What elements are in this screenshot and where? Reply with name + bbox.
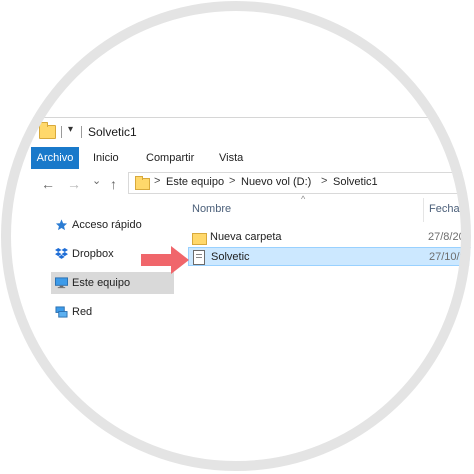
breadcrumb-nuevo-vol[interactable]: Nuevo vol (D:)	[241, 176, 311, 188]
file-date: 27/8/20	[428, 231, 465, 243]
nav-item-label: Red	[72, 306, 93, 318]
column-header-nombre[interactable]: Nombre	[192, 203, 231, 215]
dropbox-icon	[55, 248, 68, 259]
column-separator[interactable]	[423, 198, 424, 222]
window-title: Solvetic1	[88, 125, 137, 139]
nav-item-este-equipo[interactable]: Este equipo	[51, 272, 174, 294]
chevron-right-icon[interactable]: >	[321, 175, 327, 187]
file-date: 27/10/2	[429, 251, 466, 263]
address-row: ← → ⌄ ↑ > Este equipo > Nuevo vol (D:) >…	[31, 172, 471, 196]
nav-item-label: Acceso rápido	[72, 219, 142, 231]
document-icon	[193, 250, 205, 265]
star-icon	[55, 219, 68, 231]
breadcrumb-solvetic1[interactable]: Solvetic1	[333, 176, 378, 188]
column-header-fecha[interactable]: Fecha d	[429, 203, 469, 215]
nav-item-red[interactable]: Red	[51, 301, 174, 323]
nav-item-label: Dropbox	[72, 248, 114, 260]
quick-access-toolbar-dropdown[interactable]: ▾	[68, 124, 73, 135]
file-row-solvetic[interactable]: Solvetic 27/10/2	[188, 247, 471, 266]
forward-arrow-icon[interactable]: →	[67, 172, 81, 196]
recent-locations-icon[interactable]: ⌄	[92, 169, 101, 193]
file-explorer-window: ▾ Solvetic1 Archivo Inicio Compartir Vis…	[31, 117, 471, 348]
breadcrumb-este-equipo[interactable]: Este equipo	[166, 176, 224, 188]
back-arrow-icon[interactable]: ←	[41, 172, 55, 196]
tab-vista[interactable]: Vista	[219, 147, 243, 169]
chevron-right-icon[interactable]: >	[229, 175, 235, 187]
screenshot-circle: ▾ Solvetic1 Archivo Inicio Compartir Vis…	[1, 1, 471, 471]
title-bar: ▾ Solvetic1	[31, 118, 471, 146]
chevron-right-icon[interactable]: >	[154, 175, 160, 187]
file-name: Solvetic	[211, 251, 250, 263]
tab-compartir[interactable]: Compartir	[146, 147, 194, 169]
nav-item-label: Este equipo	[72, 277, 131, 289]
title-separator	[81, 126, 82, 138]
file-name: Nueva carpeta	[210, 231, 282, 243]
title-separator	[61, 126, 62, 138]
nav-item-acceso-rapido[interactable]: Acceso rápido	[51, 214, 174, 236]
tab-archivo[interactable]: Archivo	[31, 147, 79, 169]
navigation-pane: Acceso rápido Dropbox Este equipo Red	[31, 208, 176, 348]
ribbon-tabs: Archivo Inicio Compartir Vista	[31, 147, 471, 169]
red-arrow-icon	[141, 246, 189, 274]
tab-inicio[interactable]: Inicio	[93, 147, 119, 169]
file-row-nueva-carpeta[interactable]: Nueva carpeta 27/8/20	[188, 228, 471, 247]
folder-icon	[192, 231, 207, 245]
folder-icon	[135, 176, 150, 190]
computer-icon	[55, 277, 68, 289]
sort-ascending-icon: ^	[301, 194, 306, 204]
folder-icon	[39, 122, 56, 139]
up-arrow-icon[interactable]: ↑	[110, 172, 117, 196]
address-bar[interactable]: > Este equipo > Nuevo vol (D:) > Solveti…	[128, 172, 471, 194]
network-icon	[55, 306, 68, 318]
